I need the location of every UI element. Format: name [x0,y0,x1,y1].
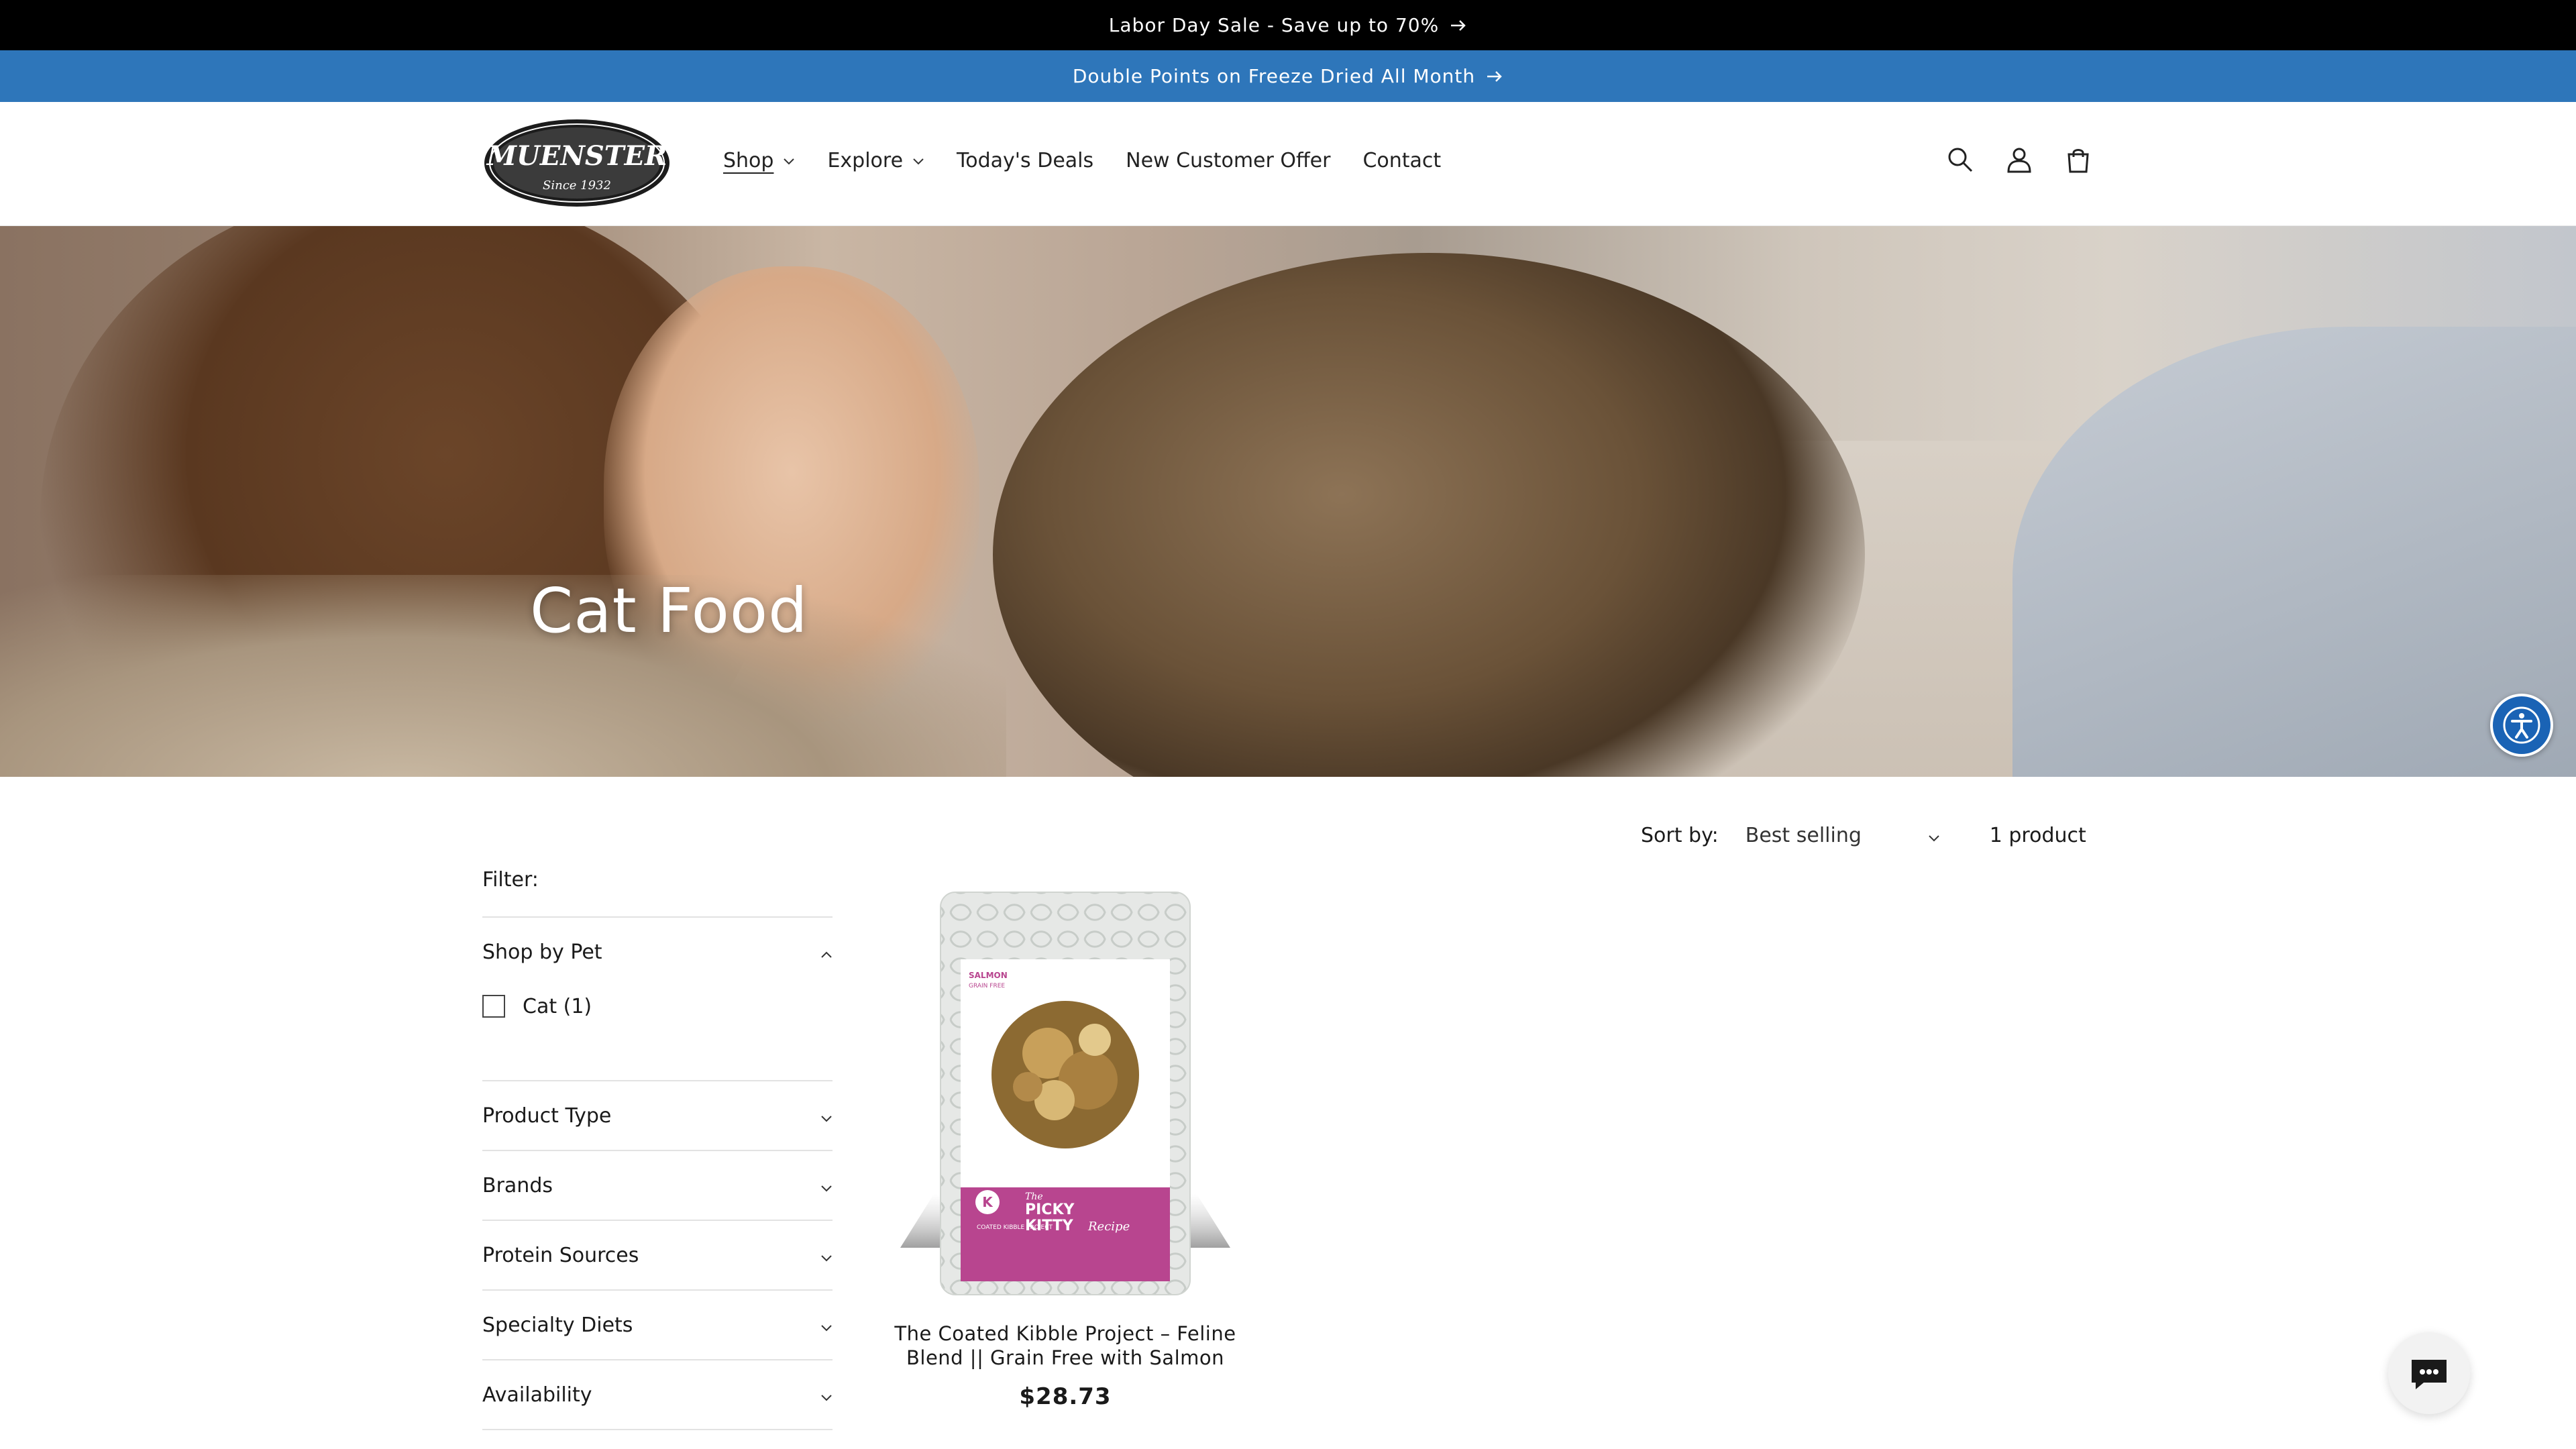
chevron-down-icon [1928,824,1940,847]
nav-item-todays-deals-label: Today's Deals [957,149,1094,172]
facet-label: Product Type [482,1104,612,1128]
accessibility-icon [2503,706,2540,744]
facet-option-cat[interactable]: Cat (1) [482,986,833,1026]
facet-availability: Availability [482,1359,833,1430]
announcement-bar-points[interactable]: Double Points on Freeze Dried All Month [0,50,2576,102]
facet-toggle-brands[interactable]: Brands [482,1151,833,1220]
nav-item-shop-label: Shop [723,149,774,172]
sort-label: Sort by: [1641,824,1719,847]
arrow-right-icon [1486,70,1503,83]
hero-photo-cat [993,253,1865,777]
product-card[interactable]: SALMON GRAIN FREE K COATED KIBBLE PROJEC… [894,872,1237,1410]
facet-toggle-specialty-diets[interactable]: Specialty Diets [482,1291,833,1359]
chat-widget-button[interactable] [2388,1332,2470,1414]
facet-product-type: Product Type [482,1080,833,1150]
package-brand-letter: K [982,1194,994,1210]
facet-label: Brands [482,1173,553,1197]
site-header: MUENSTER Since 1932 Shop Explore Today's… [0,102,2576,227]
facet-shop-by-pet: Shop by Pet Cat (1) [482,916,833,1026]
sort-bar: Sort by: Best selling 1 product [1641,824,2086,847]
chevron-down-icon [820,1104,833,1128]
facet-toggle-protein-sources[interactable]: Protein Sources [482,1221,833,1289]
chevron-down-icon [820,1383,833,1407]
package-flavor: SALMON [969,971,1008,980]
checkbox[interactable] [482,995,505,1018]
cart-icon[interactable] [2062,144,2094,176]
sort-select-value: Best selling [1745,824,1862,847]
chevron-down-icon [820,1313,833,1337]
header-icons [1944,144,2121,176]
logo-tagline-text: Since 1932 [543,178,611,193]
nav-item-new-customer-offer[interactable]: New Customer Offer [1126,149,1330,172]
arrow-right-icon [1450,19,1467,32]
account-icon[interactable] [2003,144,2035,176]
nav-item-shop[interactable]: Shop [723,149,795,172]
announcement-points-text: Double Points on Freeze Dried All Month [1072,65,1476,87]
package-line1: The [1025,1191,1043,1202]
hero-photo-sweater [0,575,1006,777]
facet-specialty-diets: Specialty Diets [482,1289,833,1359]
product-title[interactable]: The Coated Kibble Project – Feline Blend… [894,1322,1237,1370]
chevron-down-icon [912,157,924,165]
facet-brands: Brands [482,1150,833,1220]
nav-item-todays-deals[interactable]: Today's Deals [957,149,1093,172]
facet-protein-sources: Protein Sources [482,1220,833,1289]
chat-bubble-icon [2412,1360,2447,1389]
facet-toggle-shop-by-pet[interactable]: Shop by Pet [482,918,833,986]
search-icon[interactable] [1944,144,1976,176]
collection-title: Cat Food [530,575,808,647]
nav-item-contact[interactable]: Contact [1362,149,1441,172]
facet-label: Availability [482,1383,592,1407]
product-count: 1 product [1989,824,2086,847]
facet-toggle-availability[interactable]: Availability [482,1360,833,1429]
muenster-logo[interactable]: MUENSTER Since 1932 [482,117,672,209]
chevron-down-icon [783,157,795,165]
package-line4: Recipe [1087,1220,1130,1234]
announcement-bar-sale[interactable]: Labor Day Sale - Save up to 70% [0,0,2576,50]
hero-photo-blanket [2012,327,2576,777]
product-image[interactable]: SALMON GRAIN FREE K COATED KIBBLE PROJEC… [894,872,1237,1308]
chevron-up-icon [820,941,833,964]
accessibility-button[interactable] [2490,694,2553,757]
logo-brand-text: MUENSTER [486,140,667,172]
facet-option-label: Cat (1) [523,994,592,1018]
facet-toggle-product-type[interactable]: Product Type [482,1081,833,1150]
package-flavor-sub: GRAIN FREE [969,983,1005,989]
chevron-down-icon [820,1174,833,1197]
main-nav: Shop Explore Today's Deals New Customer … [723,149,1473,172]
nav-item-explore[interactable]: Explore [827,149,924,172]
nav-item-contact-label: Contact [1362,149,1442,172]
collection-hero-banner: Cat Food [0,226,2576,777]
facet-label: Specialty Diets [482,1313,633,1337]
sort-select[interactable]: Best selling [1746,824,1940,847]
package-line3: KITTY [1025,1218,1074,1234]
chevron-down-icon [820,1244,833,1267]
facet-label: Shop by Pet [482,940,602,964]
product-price: $28.73 [1019,1383,1112,1410]
facet-label: Protein Sources [482,1243,639,1267]
nav-item-new-customer-offer-label: New Customer Offer [1126,149,1331,172]
filter-heading: Filter: [482,868,539,892]
announcement-sale-text: Labor Day Sale - Save up to 70% [1108,14,1440,36]
package-line2: PICKY [1025,1201,1075,1218]
nav-item-explore-label: Explore [827,149,904,172]
